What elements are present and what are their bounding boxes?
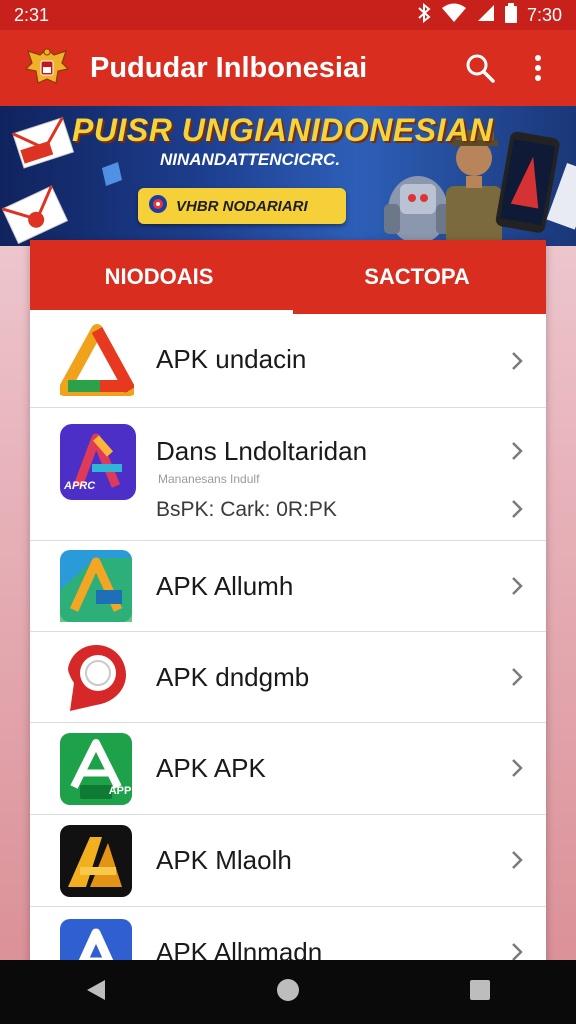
promo-banner[interactable]: PUISR UNGIANIDONESIAN NINANDATTENCICRC. … xyxy=(0,106,576,246)
list-item-title: APK Mlaolh xyxy=(156,845,292,875)
app-icon-label: APP xyxy=(108,785,132,797)
chevron-right-icon xyxy=(510,757,524,779)
recents-icon[interactable] xyxy=(469,979,491,1006)
triangle-rainbow-icon xyxy=(58,324,136,398)
chevron-right-icon xyxy=(510,666,524,688)
status-time-left: 2:31 xyxy=(14,4,50,25)
app-title: Pududar Inlbonesiai xyxy=(90,51,368,84)
apps-card: NIODOAIS SACTOPA APK undacin APRC Dans L… xyxy=(30,240,546,970)
signal-icon xyxy=(477,4,495,27)
list-item-subtitle: BsPK: Cark: 0R:PK xyxy=(156,498,337,521)
list-item[interactable]: APK Allumh xyxy=(30,541,546,632)
list-item-title: Dans Lndoltaridan xyxy=(156,436,368,466)
tab-nioodoais[interactable]: NIODOAIS xyxy=(30,240,288,314)
robot-illustration xyxy=(384,176,452,244)
garuda-emblem-icon xyxy=(22,43,72,93)
chevron-right-icon xyxy=(510,350,524,372)
banner-cta-label: VHBR NODARIARI xyxy=(176,197,308,215)
tab-bar: NIODOAIS SACTOPA xyxy=(30,240,546,314)
list-item-title: APK undacin xyxy=(156,344,307,374)
system-nav-bar xyxy=(0,960,576,1024)
chevron-right-icon xyxy=(510,498,524,520)
status-bar: 2:31 7:30 xyxy=(0,0,576,30)
status-time-right: 7:30 xyxy=(526,4,562,25)
chevron-right-icon xyxy=(510,575,524,597)
banner-subtitle: NINANDATTENCICRC. xyxy=(160,150,341,169)
list-item-caption: Mananesans Indulf xyxy=(158,472,260,486)
banner-cta-button[interactable]: VHBR NODARIARI xyxy=(138,188,346,224)
chevron-right-icon xyxy=(510,849,524,871)
tab-label: NIODOAIS xyxy=(104,264,214,289)
back-icon[interactable] xyxy=(85,978,107,1007)
list-item-title: APK Allumh xyxy=(156,571,294,601)
search-icon[interactable] xyxy=(458,46,502,90)
emblem-icon xyxy=(148,194,168,219)
home-icon[interactable] xyxy=(276,978,300,1007)
list-item-title: APK dndgmb xyxy=(156,662,310,692)
tab-label: SACTOPA xyxy=(364,264,470,289)
list-item[interactable]: APK undacin xyxy=(30,314,546,408)
list-item[interactable]: APP APK APK xyxy=(30,723,546,815)
chevron-right-icon xyxy=(510,440,524,462)
bluetooth-icon xyxy=(417,2,431,28)
list-item[interactable]: APK Mlaolh xyxy=(30,815,546,907)
more-vertical-icon[interactable] xyxy=(516,46,560,90)
wifi-icon xyxy=(441,3,467,28)
app-list: APK undacin APRC Dans Lndoltaridan Manan… xyxy=(30,314,546,970)
battery-icon xyxy=(504,2,517,28)
list-item-title: APK APK xyxy=(156,753,266,783)
tab-sactopa[interactable]: SACTOPA xyxy=(288,240,546,314)
red-pin-icon xyxy=(60,641,134,715)
app-icon-label: APRC xyxy=(64,480,96,492)
black-yellow-a-icon xyxy=(60,825,134,899)
app-bar: Pududar Inlbonesiai xyxy=(0,30,576,106)
status-icons: 7:30 xyxy=(417,2,562,28)
list-item[interactable]: APK dndgmb xyxy=(30,632,546,723)
blue-a-app-icon xyxy=(60,550,134,624)
banner-headline: PUISR UNGIANIDONESIAN xyxy=(72,112,494,148)
list-item[interactable]: APRC Dans Lndoltaridan Mananesans Indulf… xyxy=(30,408,546,541)
